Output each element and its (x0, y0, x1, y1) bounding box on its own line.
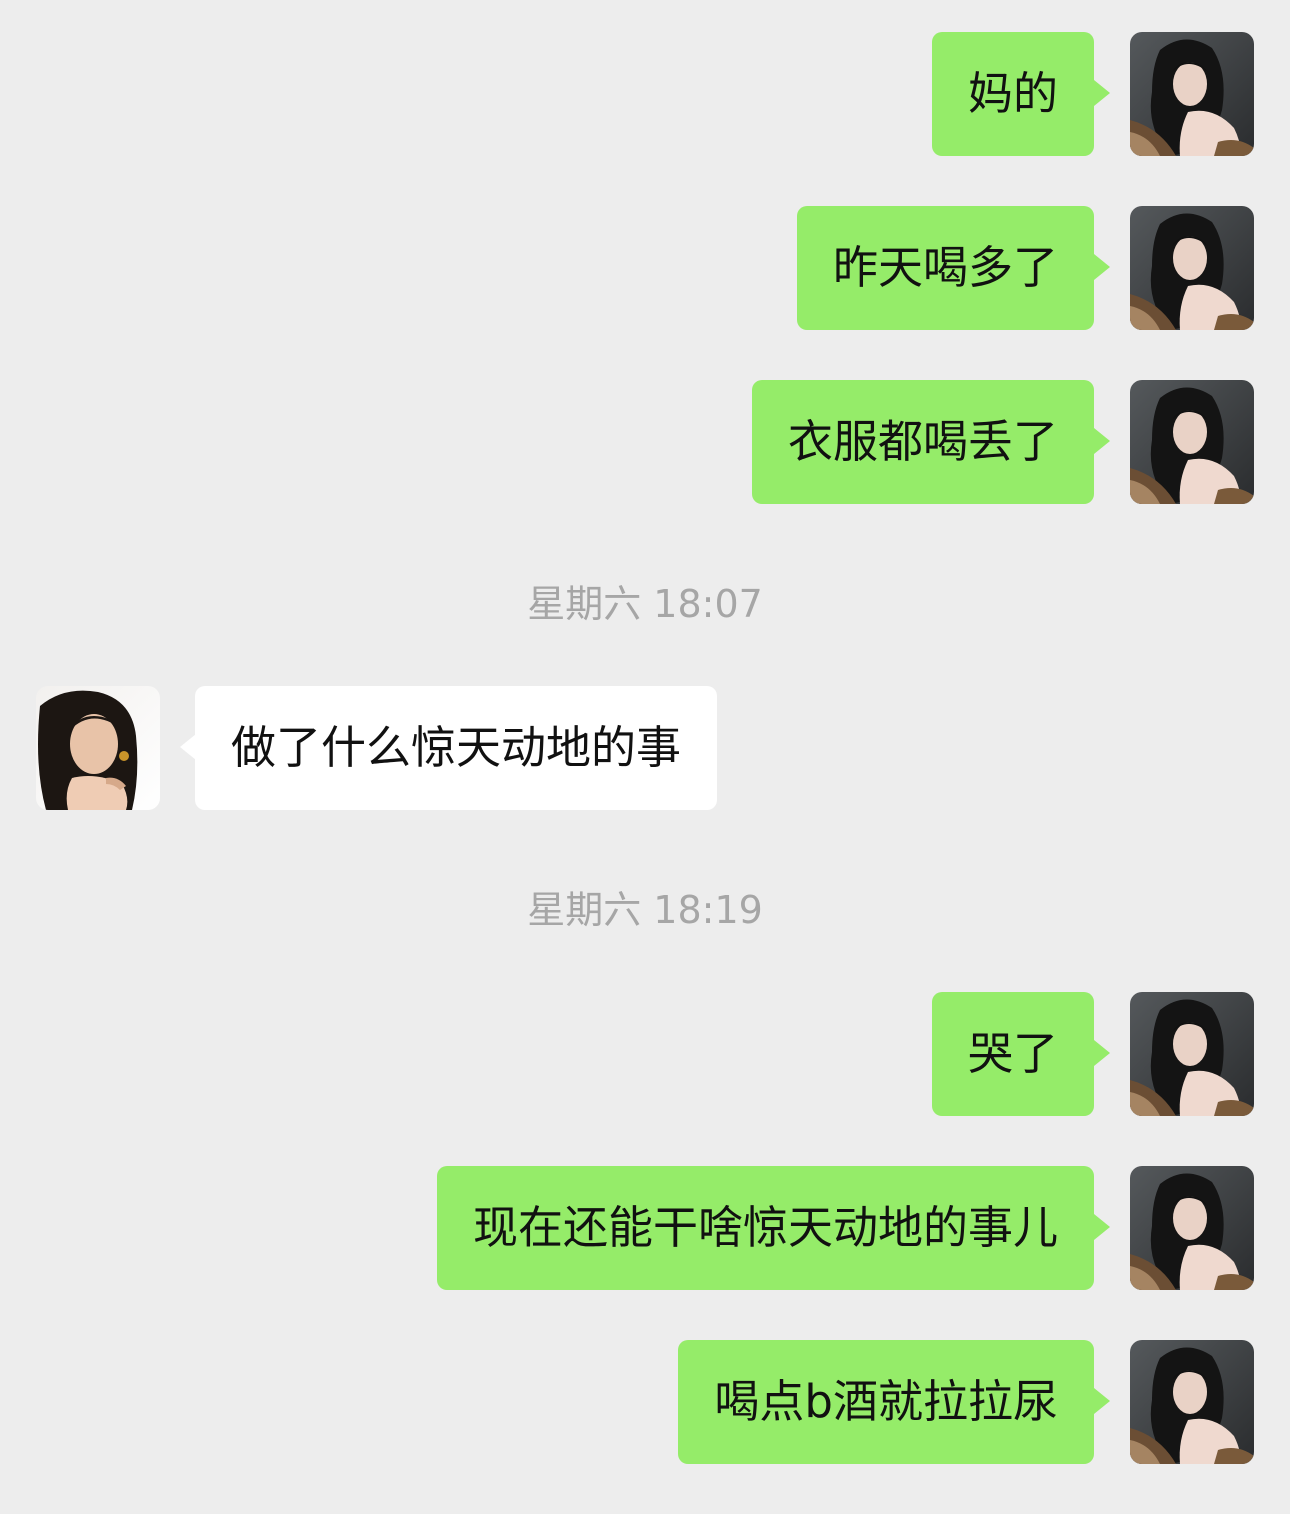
message-row: 昨天喝多了 (0, 206, 1290, 330)
portrait-photo-icon (36, 686, 160, 810)
other-avatar[interactable] (36, 686, 160, 810)
portrait-photo-icon (1130, 380, 1254, 504)
bubble-tail (1094, 254, 1110, 280)
portrait-photo-icon (1130, 1340, 1254, 1464)
message-bubble-sent[interactable]: 现在还能干啥惊天动地的事儿 (436, 1166, 1094, 1290)
self-avatar[interactable] (1130, 992, 1254, 1116)
self-avatar[interactable] (1130, 1340, 1254, 1464)
message-bubble-sent[interactable]: 昨天喝多了 (796, 206, 1094, 330)
bubble-tail (1094, 80, 1110, 106)
bubble-tail (180, 734, 196, 760)
self-avatar[interactable] (1130, 380, 1254, 504)
self-avatar[interactable] (1130, 32, 1254, 156)
timestamp: 星期六 18:19 (527, 888, 763, 932)
message-bubble-received[interactable]: 做了什么惊天动地的事 (195, 686, 718, 810)
bubble-tail (1094, 1214, 1110, 1240)
timestamp: 星期六 18:07 (527, 582, 763, 626)
bubble-tail (1094, 1040, 1110, 1066)
portrait-photo-icon (1130, 1166, 1254, 1290)
message-bubble-sent[interactable]: 衣服都喝丢了 (751, 380, 1094, 504)
portrait-photo-icon (1130, 206, 1254, 330)
message-bubble-sent[interactable]: 哭了 (931, 992, 1094, 1116)
portrait-photo-icon (1130, 992, 1254, 1116)
message-bubble-sent[interactable]: 喝点b酒就拉拉尿 (678, 1340, 1094, 1464)
message-row: 哭了 (0, 992, 1290, 1116)
message-row: 妈的 (0, 32, 1290, 156)
message-row: 衣服都喝丢了 (0, 380, 1290, 504)
message-bubble-sent[interactable]: 妈的 (931, 32, 1094, 156)
chat-message-list[interactable]: 妈的 昨天喝多了 衣服都喝丢了 星期六 18:07 做了什么惊天动地的事 星期六… (0, 0, 1290, 1514)
bubble-tail (1094, 428, 1110, 454)
self-avatar[interactable] (1130, 1166, 1254, 1290)
portrait-photo-icon (1130, 32, 1254, 156)
self-avatar[interactable] (1130, 206, 1254, 330)
bubble-tail (1094, 1388, 1110, 1414)
message-row: 做了什么惊天动地的事 (0, 686, 1290, 810)
message-row: 喝点b酒就拉拉尿 (0, 1340, 1290, 1464)
message-row: 现在还能干啥惊天动地的事儿 (0, 1166, 1290, 1290)
